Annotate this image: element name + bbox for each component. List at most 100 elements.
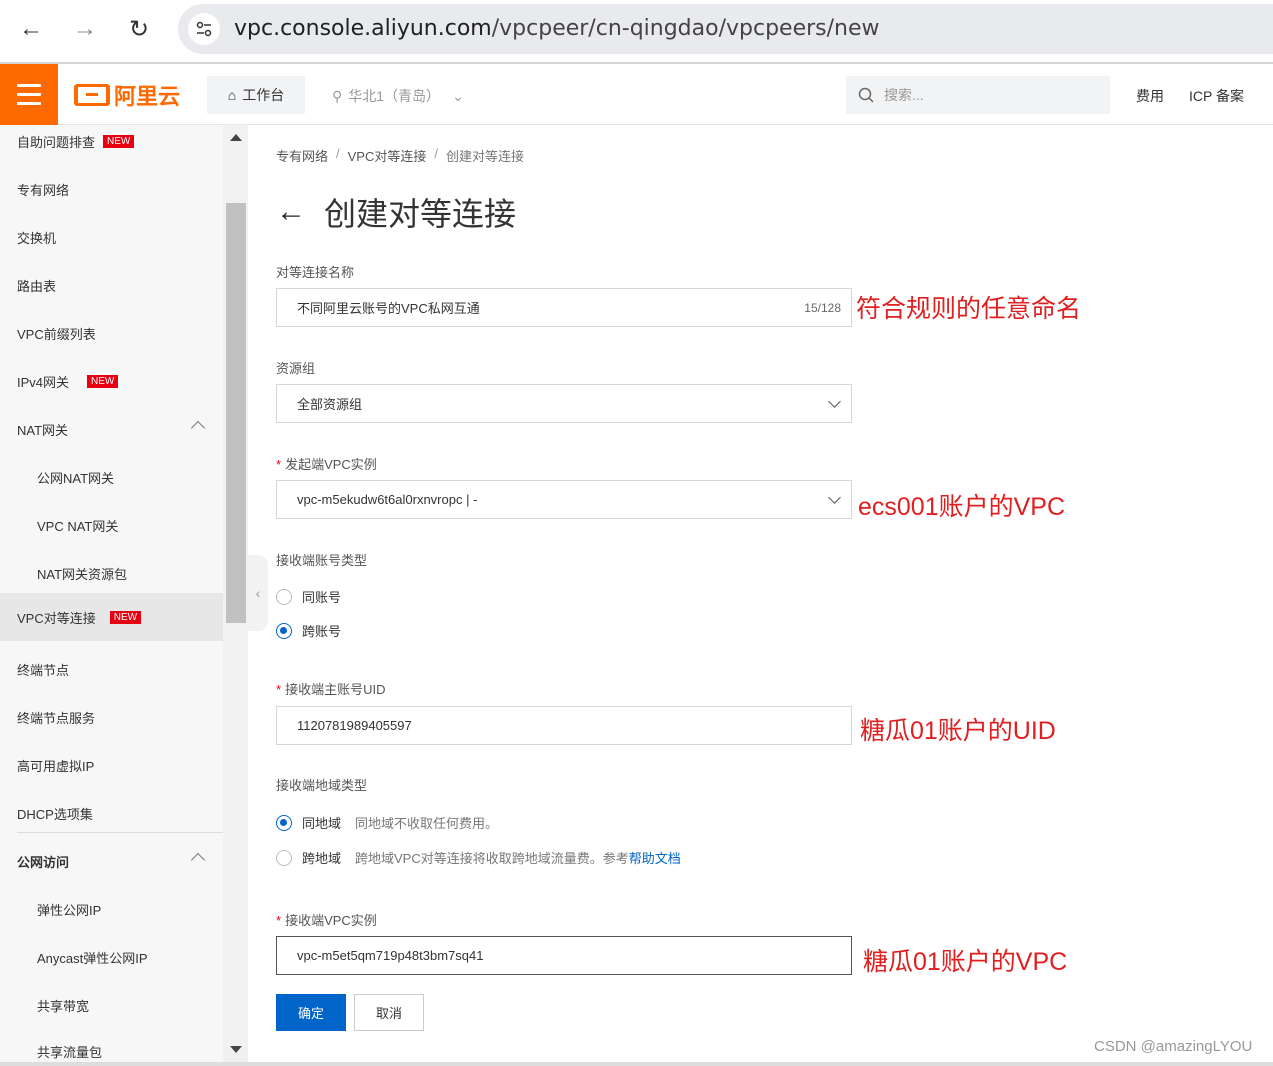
sidebar-item-nat-gateway[interactable]: NAT网关 <box>0 405 223 453</box>
workbench-label: 工作台 <box>242 87 285 103</box>
sidebar-item-havip[interactable]: 高可用虚拟IP <box>0 741 223 789</box>
new-badge: NEW <box>87 374 119 388</box>
fees-link[interactable]: 费用 <box>1136 86 1164 106</box>
forward-arrow-icon[interactable]: → <box>68 12 102 46</box>
sidebar-item-nat-package[interactable]: NAT网关资源包 <box>0 549 223 597</box>
reload-icon[interactable]: ↻ <box>122 12 156 46</box>
workbench-button[interactable]: ⌂ 工作台 <box>207 76 305 114</box>
peering-name-input[interactable]: 不同阿里云账号的VPC私网互通 15/128 <box>276 288 852 327</box>
sidebar-item-prefix-list[interactable]: VPC前缀列表 <box>0 309 223 357</box>
name-value: 不同阿里云账号的VPC私网互通 <box>297 301 480 316</box>
cancel-button[interactable]: 取消 <box>354 994 424 1031</box>
sidebar-item-label: 自助问题排查 <box>17 134 96 150</box>
resource-group-value: 全部资源组 <box>297 397 363 412</box>
sidebar-item-vpc-nat[interactable]: VPC NAT网关 <box>0 501 223 549</box>
search-input[interactable]: 搜索... <box>846 76 1110 114</box>
sidebar-item-anycast-eip[interactable]: Anycast弹性公网IP <box>0 933 223 981</box>
sidebar-item-label: 专有网络 <box>17 182 70 198</box>
watermark: CSDN @amazingLYOU <box>1094 1038 1253 1055</box>
sidebar-item-label: VPC前缀列表 <box>17 326 96 342</box>
radio-circle-selected[interactable] <box>276 814 292 831</box>
sidebar-item-vpc-peering[interactable]: VPC对等连接 NEW <box>0 593 223 641</box>
resource-group-label: 资源组 <box>276 361 316 376</box>
address-bar[interactable]: vpc.console.aliyun.com/vpcpeer/cn-qingda… <box>178 4 1273 54</box>
sidebar-item-eip[interactable]: 弹性公网IP <box>0 885 223 933</box>
back-arrow-icon[interactable]: ← <box>14 12 48 46</box>
aliyun-logo[interactable]: 阿里云 <box>74 81 180 109</box>
initiator-vpc-select[interactable]: vpc-m5ekudw6t6al0rxnvropc | - <box>276 480 852 519</box>
breadcrumb-vpc-peering[interactable]: VPC对等连接 <box>348 146 427 165</box>
required-mark: * <box>276 682 282 697</box>
hamburger-menu-icon[interactable] <box>0 64 58 125</box>
site-settings-icon[interactable] <box>188 13 220 45</box>
accepter-uid-input[interactable]: 1120781989405597 <box>276 706 852 745</box>
breadcrumb-separator: / <box>336 146 340 161</box>
sidebar-item-label: 公网访问 <box>17 854 70 870</box>
new-badge: NEW <box>103 134 135 148</box>
chevron-down-icon <box>828 395 841 408</box>
cross-region-hint: 跨地域VPC对等连接将收取跨地域流量费。参考帮助文档 <box>355 851 681 866</box>
initiator-vpc-label: * 发起端VPC实例 <box>276 457 377 472</box>
sidebar-item-endpoint-service[interactable]: 终端节点服务 <box>0 693 223 741</box>
radio-cross-region[interactable]: 跨地域 跨地域VPC对等连接将收取跨地域流量费。参考帮助文档 <box>276 848 681 867</box>
sidebar-item-label: DHCP选项集 <box>17 806 93 822</box>
scroll-down-icon[interactable] <box>230 1046 242 1053</box>
main-content: ‹ 专有网络 / VPC对等连接 / 创建对等连接 ← 创建对等连接 对等连接名… <box>248 125 1273 1066</box>
accepter-vpc-value: vpc-m5et5qm719p48t3bm7sq41 <box>297 948 484 963</box>
sidebar-item-endpoint[interactable]: 终端节点 <box>0 645 223 693</box>
sidebar-item-troubleshoot[interactable]: 自助问题排查 NEW <box>0 125 223 165</box>
sidebar-item-label: NAT网关 <box>17 422 69 438</box>
sidebar-item-public-access[interactable]: 公网访问 <box>0 837 223 885</box>
sidebar-item-shared-bandwidth[interactable]: 共享带宽 <box>0 981 223 1029</box>
sidebar-item-label: VPC对等连接 <box>17 610 96 626</box>
sidebar-item-public-nat[interactable]: 公网NAT网关 <box>0 453 223 501</box>
sidebar-item-vswitch[interactable]: 交换机 <box>0 213 223 261</box>
annotation-name: 符合规则的任意命名 <box>856 295 1082 323</box>
radio-circle-selected[interactable] <box>276 622 292 639</box>
scroll-up-icon[interactable] <box>230 134 242 141</box>
region-type-label: 接收端地域类型 <box>276 778 368 793</box>
sidebar-item-label: VPC NAT网关 <box>37 518 119 534</box>
annotation-uid: 糖瓜01账户的UID <box>860 717 1056 745</box>
scrollbar-thumb[interactable] <box>226 203 246 623</box>
sidebar-item-ipv4-gateway[interactable]: IPv4网关 NEW <box>0 357 223 405</box>
name-char-counter: 15/128 <box>804 301 841 315</box>
resource-group-select[interactable]: 全部资源组 <box>276 384 852 423</box>
radio-same-account[interactable]: 同账号 <box>276 587 341 606</box>
sidebar-item-route-table[interactable]: 路由表 <box>0 261 223 309</box>
radio-cross-account[interactable]: 跨账号 <box>276 621 341 640</box>
logo-text: 阿里云 <box>114 84 181 109</box>
breadcrumb-vpc[interactable]: 专有网络 <box>276 146 328 165</box>
page-title: ← 创建对等连接 <box>276 189 516 235</box>
help-doc-link[interactable]: 帮助文档 <box>629 851 681 866</box>
radio-circle[interactable] <box>276 588 292 605</box>
breadcrumb-separator: / <box>434 146 438 161</box>
sidebar-item-label: 路由表 <box>17 278 57 294</box>
back-arrow-icon[interactable]: ← <box>276 195 306 229</box>
sidebar-item-label: 交换机 <box>17 230 57 246</box>
annotation-accepter: 糖瓜01账户的VPC <box>863 948 1068 976</box>
confirm-button[interactable]: 确定 <box>276 994 346 1031</box>
sidebar-item-data-transfer-plan[interactable]: 共享流量包 <box>0 1027 223 1066</box>
uid-value: 1120781989405597 <box>297 718 412 733</box>
url-text: vpc.console.aliyun.com/vpcpeer/cn-qingda… <box>234 16 880 41</box>
account-type-label: 接收端账号类型 <box>276 553 368 568</box>
region-selector[interactable]: ⚲ 华北1（青岛） ⌄ <box>332 86 464 106</box>
sidebar-item-label: Anycast弹性公网IP <box>37 950 148 966</box>
icp-link[interactable]: ICP 备案 <box>1189 86 1244 106</box>
chevron-up-icon <box>190 420 206 436</box>
accepter-vpc-input[interactable]: vpc-m5et5qm719p48t3bm7sq41 <box>276 936 852 975</box>
collapse-sidebar-chevron-icon[interactable]: ‹ <box>248 555 268 631</box>
radio-same-region[interactable]: 同地域 同地域不收取任何费用。 <box>276 813 498 832</box>
aliyun-logo-icon <box>74 84 110 106</box>
search-icon <box>858 87 874 103</box>
sidebar-item-vpc[interactable]: 专有网络 <box>0 165 223 213</box>
sidebar-item-dhcp[interactable]: DHCP选项集 <box>0 789 223 837</box>
radio-circle[interactable] <box>276 849 292 866</box>
sidebar-item-label: IPv4网关 <box>17 374 70 390</box>
required-mark: * <box>276 457 282 472</box>
annotation-initiator: ecs001账户的VPC <box>858 493 1066 521</box>
location-pin-icon: ⚲ <box>332 87 343 104</box>
chevron-up-icon <box>190 852 206 868</box>
page-title-text: 创建对等连接 <box>324 196 517 232</box>
